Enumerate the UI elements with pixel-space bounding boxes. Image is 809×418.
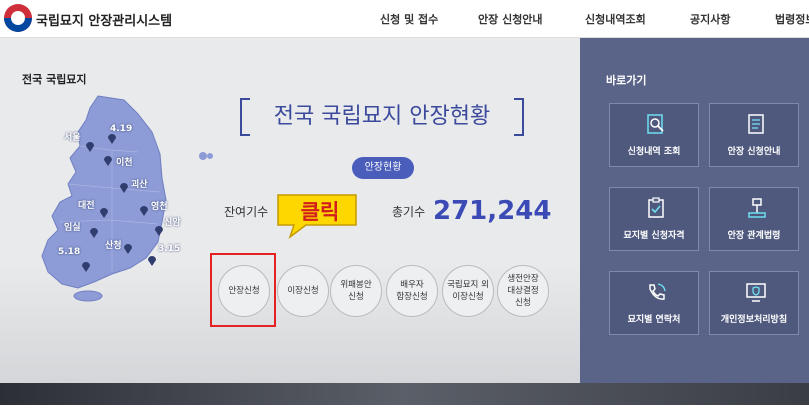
service-relocation-apply[interactable]: 이장신청 bbox=[277, 265, 329, 317]
status-title: 전국 국립묘지 안장현황 bbox=[273, 104, 491, 129]
search-document-icon bbox=[647, 114, 664, 134]
nav-burial-guide[interactable]: 안장 신청안내 bbox=[478, 11, 543, 27]
quick-link-contacts[interactable]: 묘지별 연락처 bbox=[609, 271, 699, 335]
pin-label-imsil[interactable]: 임실 bbox=[64, 220, 81, 233]
service-external-relocation[interactable]: 국립묘지 외 이장신청 bbox=[442, 265, 494, 317]
government-emblem-icon[interactable] bbox=[4, 4, 32, 32]
top-header: 국립묘지 안장관리시스템 신청 및 접수 안장 신청안내 신청내역조회 공지사항… bbox=[0, 0, 809, 38]
pin-label-seoul[interactable]: 서울 bbox=[64, 130, 81, 143]
phone-icon bbox=[649, 283, 666, 300]
quick-link-laws[interactable]: 안장 관계법령 bbox=[709, 187, 799, 251]
quick-links-title: 바로가기 bbox=[606, 74, 647, 87]
quick-link-privacy[interactable]: 개인정보처리방침 bbox=[709, 271, 799, 335]
quick-link-label: 안장 관계법령 bbox=[727, 231, 781, 241]
highlight-box bbox=[210, 253, 276, 327]
hero-bottom-strip bbox=[0, 383, 809, 405]
document-icon bbox=[748, 114, 764, 134]
pin-marker-icon[interactable] bbox=[120, 183, 128, 193]
nav-notices[interactable]: 공지사항 bbox=[690, 11, 730, 27]
pin-marker-icon[interactable] bbox=[104, 156, 112, 166]
quick-link-label: 개인정보처리방침 bbox=[720, 315, 788, 325]
pin-label-419[interactable]: 4.19 bbox=[110, 124, 132, 134]
pin-label-sancheong[interactable]: 산청 bbox=[105, 238, 122, 251]
pin-marker-icon[interactable] bbox=[155, 226, 163, 236]
quick-link-label: 신청내역 조회 bbox=[627, 147, 681, 157]
remaining-label: 잔여기수 bbox=[224, 205, 269, 219]
quick-link-label: 안장 신청안내 bbox=[727, 147, 781, 157]
quick-link-label: 묘지별 연락처 bbox=[627, 315, 681, 325]
quick-link-label: 묘지별 신청자격 bbox=[623, 231, 685, 241]
service-spouse-joint[interactable]: 배우자 합장신청 bbox=[386, 265, 438, 317]
quick-link-guide[interactable]: 안장 신청안내 bbox=[709, 103, 799, 167]
clipboard-check-icon bbox=[648, 197, 664, 218]
quick-link-history[interactable]: 신청내역 조회 bbox=[609, 103, 699, 167]
pin-label-daejeon[interactable]: 대전 bbox=[78, 198, 95, 211]
pin-label-518[interactable]: 5.18 bbox=[58, 247, 80, 257]
pin-label-315[interactable]: 3.15 bbox=[158, 244, 180, 254]
pin-marker-icon[interactable] bbox=[140, 206, 148, 216]
quick-link-eligibility[interactable]: 묘지별 신청자격 bbox=[609, 187, 699, 251]
map-title: 전국 국립묘지 bbox=[22, 73, 87, 86]
total-value: 271,244 bbox=[433, 196, 552, 226]
pin-label-goesan[interactable]: 괴산 bbox=[131, 177, 148, 190]
monitor-shield-icon bbox=[746, 283, 766, 302]
total-label: 총기수 bbox=[392, 205, 426, 219]
page: 국립묘지 안장관리시스템 신청 및 접수 안장 신청안내 신청내역조회 공지사항… bbox=[0, 0, 809, 418]
click-callout-text: 클릭 bbox=[300, 200, 340, 224]
nav-history-lookup[interactable]: 신청내역조회 bbox=[585, 11, 646, 27]
nav-apply[interactable]: 신청 및 접수 bbox=[380, 11, 438, 27]
dokdo-island-icon bbox=[199, 152, 213, 160]
nav-laws[interactable]: 법령정보 bbox=[775, 11, 809, 27]
service-memorial-tablet[interactable]: 위패봉안 신청 bbox=[330, 265, 382, 317]
pin-marker-icon[interactable] bbox=[100, 208, 108, 218]
pin-marker-icon[interactable] bbox=[90, 228, 98, 238]
pin-label-sinam[interactable]: 신암 bbox=[164, 215, 181, 228]
status-badge[interactable]: 안장현황 bbox=[352, 157, 414, 179]
pin-marker-icon[interactable] bbox=[148, 256, 156, 266]
site-title[interactable]: 국립묘지 안장관리시스템 bbox=[36, 10, 172, 29]
pin-marker-icon[interactable] bbox=[108, 134, 116, 144]
gavel-icon bbox=[748, 198, 766, 218]
pin-marker-icon[interactable] bbox=[124, 244, 132, 254]
pin-marker-icon[interactable] bbox=[82, 262, 90, 272]
service-pre-decision[interactable]: 생전안장 대상결정 신청 bbox=[497, 265, 549, 317]
pin-label-yeongcheon[interactable]: 영천 bbox=[151, 199, 168, 212]
pin-label-icheon[interactable]: 이천 bbox=[116, 155, 133, 168]
pin-marker-icon[interactable] bbox=[86, 142, 94, 152]
